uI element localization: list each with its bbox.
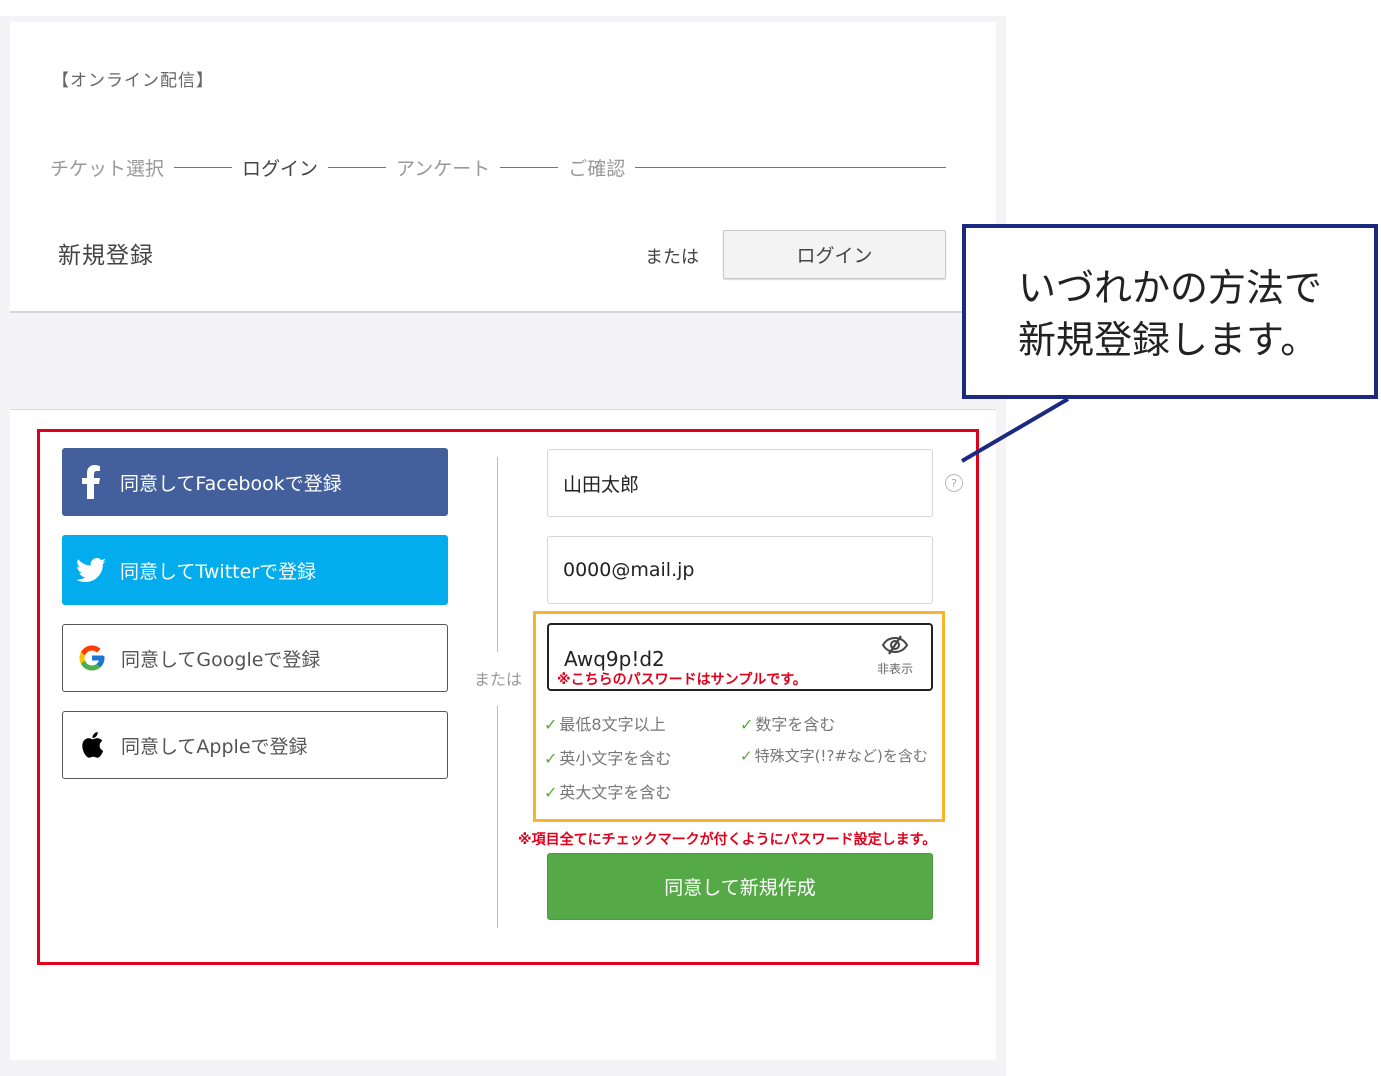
callout-text: いづれかの方法で 新規登録します。 (1018, 262, 1322, 366)
callout-line-2: 新規登録します。 (1018, 318, 1319, 362)
callout-box: いづれかの方法で 新規登録します。 (962, 224, 1378, 399)
callout-pointer (960, 397, 1070, 463)
callout-line-1: いづれかの方法で (1018, 266, 1323, 310)
